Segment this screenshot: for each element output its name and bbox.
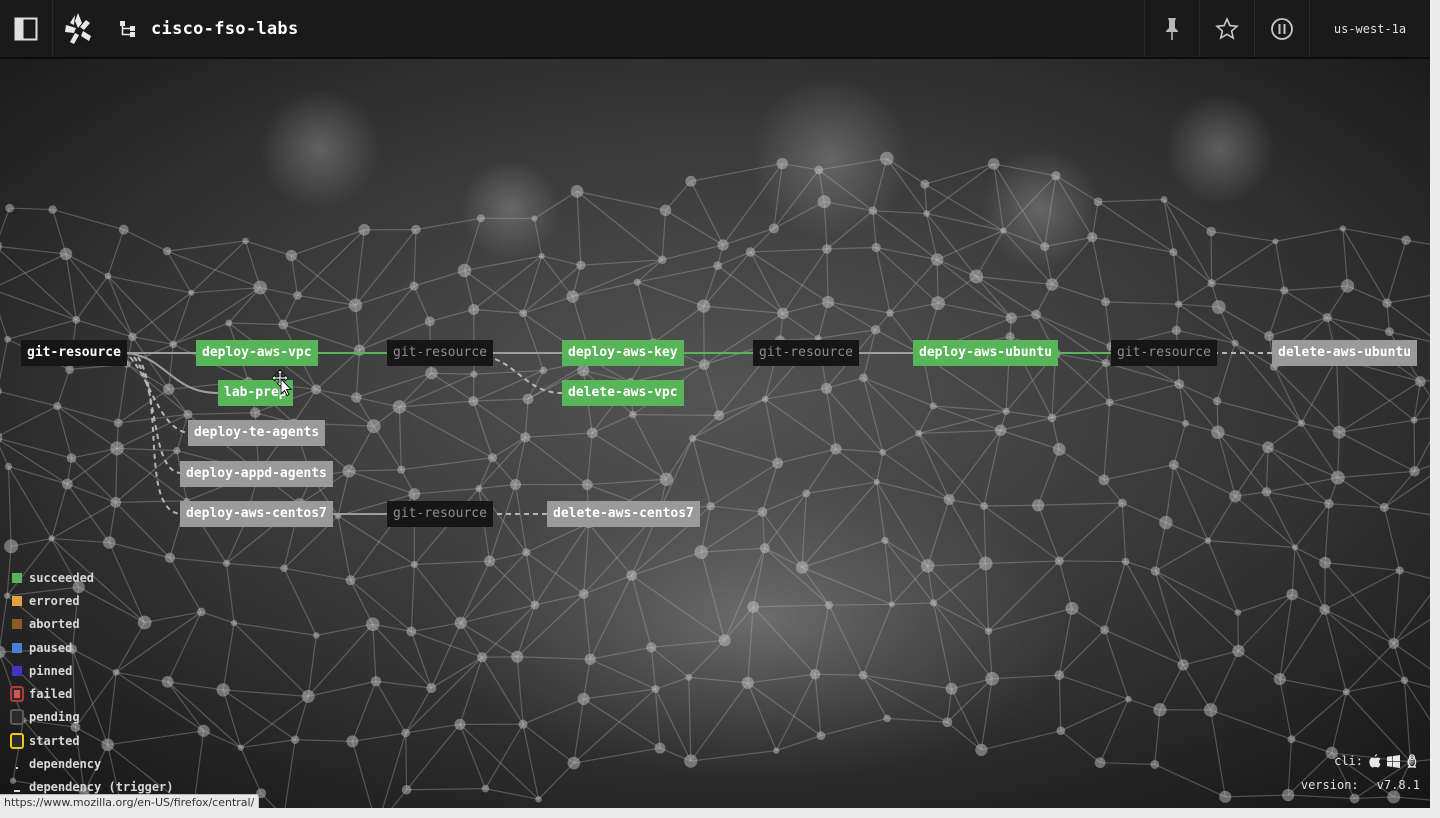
pipeline-breadcrumb[interactable]: cisco-fso-labs xyxy=(103,0,1144,57)
node-git-resource-3[interactable]: git-resource xyxy=(753,340,859,366)
legend-swatch-pending xyxy=(10,709,24,726)
legend-errored: errored xyxy=(12,589,174,612)
legend-label: errored xyxy=(29,593,80,608)
job-delete-aws-centos7[interactable]: delete-aws-centos7 xyxy=(547,501,700,527)
cli-downloads: cli: xyxy=(1334,754,1418,768)
node-git-resource-2[interactable]: git-resource xyxy=(387,340,493,366)
cli-label: cli: xyxy=(1334,754,1363,768)
star-icon xyxy=(1215,16,1239,40)
legend-label: succeeded xyxy=(29,570,95,585)
legend-started: started xyxy=(10,729,174,752)
pipeline-canvas[interactable]: git-resource deploy-aws-vpc git-resource… xyxy=(0,59,1430,808)
legend-succeeded: succeeded xyxy=(12,566,174,589)
pause-icon xyxy=(1271,17,1293,40)
version-label: version: xyxy=(1300,778,1359,792)
move-cursor-icon xyxy=(271,369,293,396)
legend-swatch-succeeded xyxy=(12,572,22,583)
legend-dependency: dependency xyxy=(12,752,174,775)
team-name[interactable]: us-west-1a xyxy=(1309,0,1430,57)
pin-button[interactable] xyxy=(1144,0,1199,57)
concourse-app: cisco-fso-labs us-west-1a git-resource d… xyxy=(0,0,1430,808)
legend-swatch-pinned xyxy=(12,665,22,676)
job-delete-aws-ubuntu[interactable]: delete-aws-ubuntu xyxy=(1272,340,1418,366)
status-legend: succeeded errored aborted paused pinned … xyxy=(10,566,174,799)
legend-pinned: pinned xyxy=(12,659,174,682)
legend-failed: failed xyxy=(10,682,174,705)
legend-swatch-failed xyxy=(10,686,24,703)
job-deploy-aws-centos7[interactable]: deploy-aws-centos7 xyxy=(180,501,333,527)
apple-icon[interactable] xyxy=(1369,754,1381,768)
node-git-resource-5[interactable]: git-resource xyxy=(387,501,493,527)
concourse-logo-icon xyxy=(65,12,91,44)
sidebar-toggle-icon xyxy=(14,17,38,40)
node-git-resource[interactable]: git-resource xyxy=(21,340,127,366)
legend-label: dependency (trigger) xyxy=(29,780,174,795)
sidebar-toggle-button[interactable] xyxy=(0,0,53,57)
pause-pipeline-button[interactable] xyxy=(1254,0,1309,57)
windows-icon[interactable] xyxy=(1387,754,1400,768)
job-deploy-aws-ubuntu[interactable]: deploy-aws-ubuntu xyxy=(913,340,1059,366)
job-deploy-te-agents[interactable]: deploy-te-agents xyxy=(188,420,326,446)
legend-swatch-started xyxy=(10,732,24,749)
pipeline-name[interactable]: cisco-fso-labs xyxy=(151,19,299,39)
legend-label: aborted xyxy=(29,617,80,632)
legend-aborted: aborted xyxy=(12,613,174,636)
version-value: v7.8.1 xyxy=(1376,778,1420,792)
legend-paused: paused xyxy=(12,636,174,659)
job-deploy-aws-key[interactable]: deploy-aws-key xyxy=(562,340,684,366)
legend-label: dependency xyxy=(29,757,102,772)
legend-label: failed xyxy=(29,687,73,702)
legend-swatch-aborted xyxy=(12,619,22,630)
legend-swatch-errored xyxy=(12,595,22,606)
legend-label: pending xyxy=(29,710,80,725)
legend-swatch-dependency xyxy=(12,759,22,770)
legend-swatch-dependency-trigger xyxy=(12,782,22,793)
legend-label: started xyxy=(29,733,80,748)
legend-label: pinned xyxy=(29,663,73,678)
version-info: version: v7.8.1 xyxy=(1283,778,1420,792)
node-git-resource-4[interactable]: git-resource xyxy=(1111,340,1217,366)
job-deploy-aws-vpc[interactable]: deploy-aws-vpc xyxy=(196,340,318,366)
status-bar-url: https://www.mozilla.org/en-US/firefox/ce… xyxy=(0,794,260,808)
concourse-logo[interactable] xyxy=(53,0,103,57)
legend-pending: pending xyxy=(10,706,174,729)
job-delete-aws-vpc[interactable]: delete-aws-vpc xyxy=(562,380,684,406)
pipeline-icon xyxy=(120,20,135,37)
favorite-button[interactable] xyxy=(1199,0,1254,57)
top-bar: cisco-fso-labs us-west-1a xyxy=(0,0,1430,59)
job-deploy-appd-agents[interactable]: deploy-appd-agents xyxy=(180,461,333,487)
legend-swatch-paused xyxy=(12,642,22,653)
linux-icon[interactable] xyxy=(1406,754,1418,768)
pin-icon xyxy=(1166,17,1178,40)
legend-label: paused xyxy=(29,640,73,655)
